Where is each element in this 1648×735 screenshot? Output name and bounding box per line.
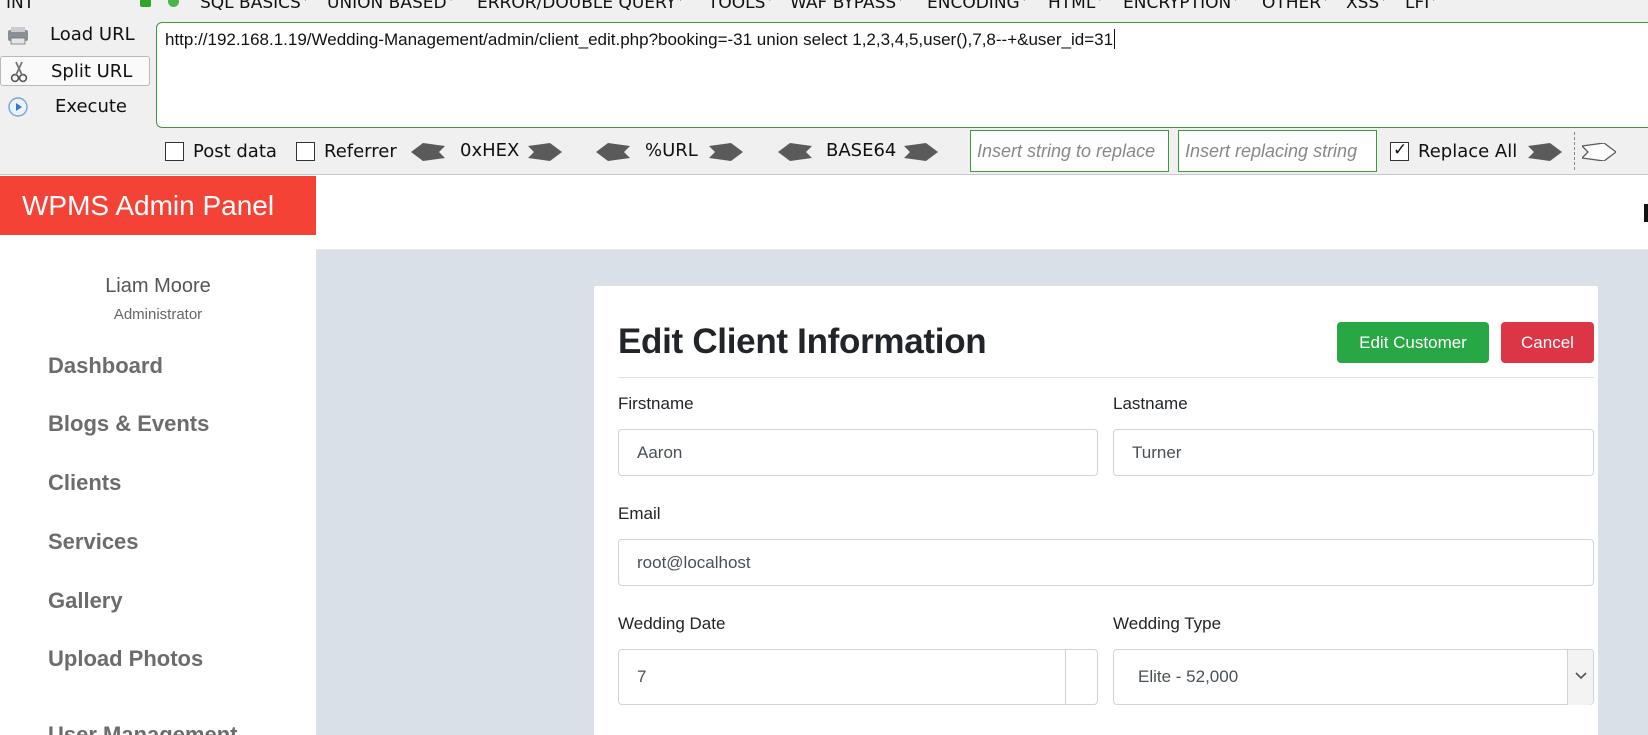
load-url-label: Load URL [50, 24, 135, 45]
wedding-type-value: Elite - 52,000 [1138, 667, 1239, 686]
split-url-label: Split URL [51, 61, 133, 82]
sidebar-item-user-management[interactable]: User Management [48, 722, 238, 735]
brand-logo[interactable]: WPMS Admin Panel [0, 176, 316, 235]
menu-other[interactable]: OTHER [1262, 0, 1328, 13]
menu-encryption[interactable]: ENCRYPTION [1123, 0, 1238, 13]
sidebar-item-dashboard[interactable]: Dashboard [48, 353, 163, 379]
post-data-box[interactable] [165, 142, 184, 161]
referrer-label: Referrer [324, 141, 397, 162]
replace-reverse-arrow-icon[interactable] [1582, 143, 1616, 161]
green-square-icon [140, 0, 151, 7]
execute-label: Execute [55, 96, 127, 117]
execute-button[interactable]: Execute [0, 92, 150, 122]
hex-decode-arrow-icon[interactable] [411, 143, 445, 161]
post-data-checkbox[interactable]: Post data [165, 141, 285, 163]
user-role: Administrator [113, 306, 203, 323]
post-data-label: Post data [193, 141, 277, 162]
edit-customer-button[interactable]: Edit Customer [1337, 322, 1489, 363]
edit-client-card: Edit Client Information Edit Customer Ca… [594, 286, 1598, 735]
sidebar-item-blogs-events[interactable]: Blogs & Events [48, 411, 209, 437]
url-encode-arrow-icon[interactable] [709, 143, 743, 161]
replace-find-input[interactable]: Insert string to replace [970, 130, 1169, 172]
url-textarea[interactable]: http://192.168.1.19/Wedding-Management/a… [156, 22, 1648, 128]
lastname-input[interactable]: Turner [1113, 429, 1594, 476]
hex-label: 0xHEX [460, 140, 520, 161]
base64-encode-arrow-icon[interactable] [904, 143, 938, 161]
toolbar-divider [1574, 132, 1575, 170]
menu-union-based[interactable]: UNION BASED [327, 0, 454, 13]
menu-error-double-query[interactable]: ERROR/DOUBLE QUERY [477, 0, 683, 13]
chevron-down-icon[interactable] [1567, 650, 1593, 705]
menu-encoding[interactable]: ENCODING [927, 0, 1027, 13]
wedding-date-input[interactable]: 7 [618, 649, 1098, 705]
title-divider [618, 377, 1594, 378]
firstname-label: Firstname [618, 394, 694, 413]
load-url-button[interactable]: Load URL [0, 20, 150, 50]
date-picker-addon[interactable] [1065, 650, 1099, 705]
cancel-button[interactable]: Cancel [1501, 322, 1594, 363]
play-icon [6, 96, 30, 118]
base64-decode-arrow-icon[interactable] [778, 143, 812, 161]
sidebar-item-services[interactable]: Services [48, 529, 139, 555]
wedding-type-label: Wedding Type [1113, 614, 1222, 633]
sidebar-item-gallery[interactable]: Gallery [48, 588, 123, 614]
email-label: Email [618, 504, 661, 523]
url-decode-arrow-icon[interactable] [596, 143, 630, 161]
replace-all-box[interactable] [1390, 140, 1409, 161]
scissors-icon [7, 61, 31, 83]
replace-arrow-icon[interactable] [1528, 143, 1562, 161]
referrer-checkbox[interactable]: Referrer [296, 141, 406, 163]
split-url-button[interactable]: Split URL [0, 56, 150, 86]
referrer-box[interactable] [296, 142, 315, 161]
top-navbar [316, 176, 1648, 250]
hex-encode-arrow-icon[interactable] [528, 143, 562, 161]
hackbar-toolbar: INT SQL BASICS UNION BASED ERROR/DOUBLE … [0, 0, 1648, 175]
add-icon[interactable] [168, 0, 179, 7]
replace-with-input[interactable]: Insert replacing string [1178, 130, 1377, 172]
firstname-input[interactable]: Aaron [618, 429, 1098, 476]
load-url-icon [6, 24, 30, 46]
menu-xss[interactable]: XSS [1346, 0, 1386, 13]
wedding-date-label: Wedding Date [618, 614, 726, 633]
replace-all-label: Replace All [1418, 141, 1518, 162]
replace-all-checkbox[interactable]: Replace All [1390, 140, 1530, 163]
navbar-menu-edge [1644, 204, 1648, 222]
version-select[interactable]: INT [6, 0, 34, 13]
menu-lfi[interactable]: LFI [1405, 0, 1436, 13]
menu-html[interactable]: HTML [1048, 0, 1102, 13]
lastname-label: Lastname [1113, 394, 1188, 413]
email-input[interactable]: root@localhost [618, 539, 1594, 586]
hackbar-menubar: INT SQL BASICS UNION BASED ERROR/DOUBLE … [0, 0, 1648, 13]
base64-label: BASE64 [826, 140, 897, 161]
wedding-date-value: 7 [637, 667, 647, 686]
wedding-type-select[interactable]: Elite - 52,000 [1113, 649, 1594, 705]
sidebar-item-upload-photos[interactable]: Upload Photos [48, 646, 203, 672]
page-title: Edit Client Information [618, 322, 987, 361]
menu-waf-bypass[interactable]: WAF BYPASS [790, 0, 903, 13]
sidebar-item-clients[interactable]: Clients [48, 470, 121, 496]
url-encoding-label: %URL [645, 140, 698, 161]
sidebar: Liam Moore Administrator Dashboard Blogs… [0, 235, 316, 735]
user-name: Liam Moore [105, 275, 211, 297]
menu-sql-basics[interactable]: SQL BASICS [200, 0, 308, 13]
menu-tools[interactable]: TOOLS [708, 0, 772, 13]
